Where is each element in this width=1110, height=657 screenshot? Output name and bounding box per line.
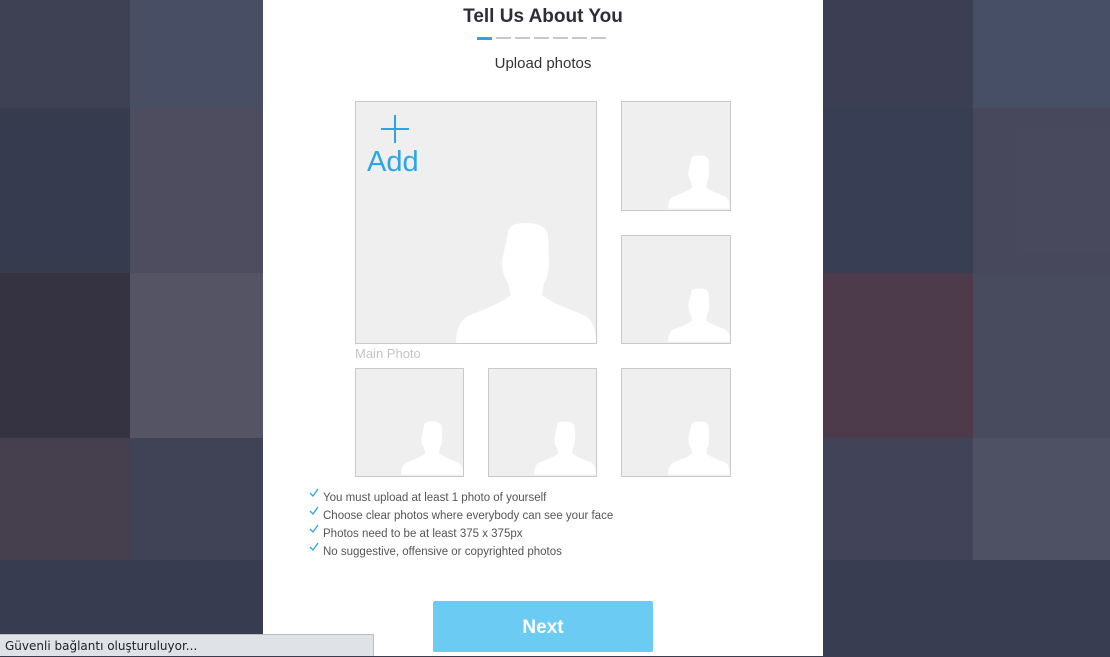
person-silhouette-icon — [668, 288, 730, 342]
main-photo-label: Main Photo — [355, 346, 421, 361]
next-button[interactable]: Next — [433, 601, 653, 652]
photo-upload-slot[interactable] — [355, 368, 464, 477]
rule-text: Photos need to be at least 375 x 375px — [323, 528, 523, 540]
photo-upload-slot[interactable] — [621, 368, 731, 477]
photo-upload-slot[interactable] — [488, 368, 597, 477]
check-icon — [309, 488, 319, 498]
rule-text: Choose clear photos where everybody can … — [323, 510, 614, 522]
rule-item: No suggestive, offensive or copyrighted … — [309, 542, 613, 560]
plus-icon — [381, 115, 409, 143]
check-icon — [309, 506, 319, 516]
rule-item: Choose clear photos where everybody can … — [309, 506, 613, 524]
photo-upload-slot[interactable] — [621, 101, 731, 211]
page-title: Tell Us About You — [463, 6, 623, 27]
check-icon — [309, 542, 319, 552]
person-silhouette-icon — [534, 421, 596, 475]
rule-item: Photos need to be at least 375 x 375px — [309, 524, 613, 542]
page-subtitle: Upload photos — [494, 55, 592, 72]
person-silhouette-icon — [401, 421, 463, 475]
rule-item: You must upload at least 1 photo of your… — [309, 488, 613, 506]
rule-text: No suggestive, offensive or copyrighted … — [323, 546, 562, 558]
person-silhouette-icon — [456, 223, 596, 343]
person-silhouette-icon — [668, 155, 730, 209]
photo-rules-list: You must upload at least 1 photo of your… — [309, 488, 613, 560]
add-photo-label: Add — [367, 146, 419, 178]
main-photo-upload-slot[interactable]: Add — [355, 101, 597, 344]
photo-upload-slot[interactable] — [621, 235, 731, 344]
check-icon — [309, 524, 319, 534]
onboarding-panel: Tell Us About You Upload photos Add Main… — [263, 0, 823, 656]
rule-text: You must upload at least 1 photo of your… — [323, 492, 547, 504]
browser-status-bar: Güvenli bağlantı oluşturuluyor... — [0, 634, 374, 656]
step-progress-indicator — [477, 36, 609, 40]
person-silhouette-icon — [668, 421, 730, 475]
